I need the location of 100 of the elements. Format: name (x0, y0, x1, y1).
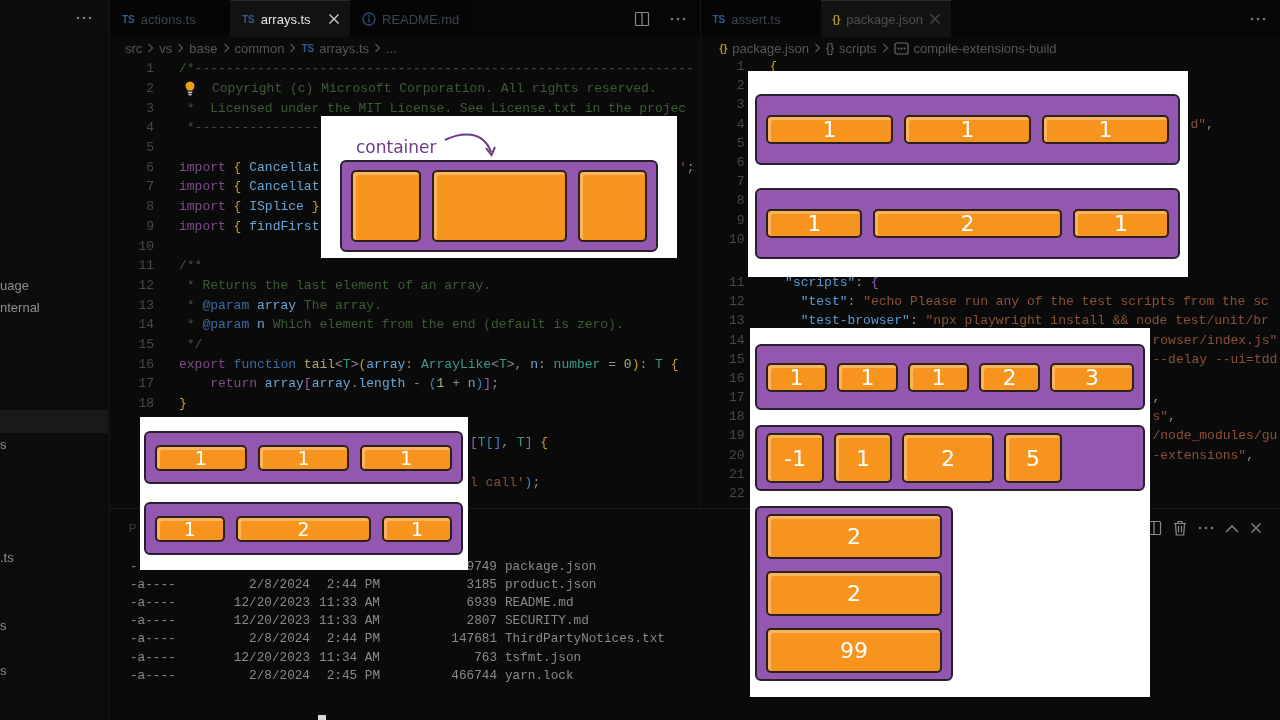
line-number: 15 (728, 351, 745, 367)
terminal-text: 11:33 AM (319, 613, 380, 629)
code-fragment: --delay --ui=tdd (1152, 351, 1278, 367)
code-fragment: rowser/index.js" (1152, 332, 1278, 348)
code-line: Copyright (c) Microsoft Corporation. All rights reserved. (179, 81, 657, 97)
code-fragment: -extensions", (1152, 447, 1254, 463)
terminal-text: -a---- (130, 594, 177, 610)
sidebar-item[interactable]: .ts (0, 546, 109, 569)
line-number: 12 (728, 294, 745, 310)
flex-item: -1 (766, 433, 824, 483)
breadcrumb-item[interactable]: ... (386, 40, 397, 56)
code-fragment: '; (679, 159, 695, 175)
sidebar-item[interactable]: nternal (0, 296, 109, 320)
line-number: 14 (138, 317, 154, 333)
breadcrumb-item[interactable]: common (234, 40, 285, 56)
line-number: 17 (728, 390, 745, 406)
code-line: /** (179, 258, 203, 274)
line-number: 7 (146, 179, 154, 195)
flex-item: 1 (837, 362, 899, 392)
line-number: 19 (728, 428, 745, 444)
line-number: 6 (146, 159, 154, 175)
line-number: 12 (138, 277, 154, 293)
sidebar-item[interactable]: s (0, 659, 109, 683)
line-number: 4 (736, 116, 745, 132)
breadcrumb-item[interactable]: base (189, 40, 218, 56)
line-number: 13 (138, 297, 154, 313)
flex-item: 1 (766, 209, 863, 238)
breadcrumb-item[interactable]: src (125, 40, 143, 56)
line-number: 21 (728, 466, 745, 482)
code-fragment: d", (1190, 116, 1214, 132)
line-number: 16 (728, 370, 745, 386)
terminal-text: 2/8/2024 (249, 576, 310, 592)
line-number: 10 (138, 238, 154, 254)
terminal-text: - (130, 558, 139, 574)
terminal-text: 12/20/2023 (233, 649, 310, 665)
flex-item: 2 (235, 515, 372, 542)
line-number: 20 (728, 447, 745, 463)
terminal-text: -a---- (130, 576, 177, 592)
sidebar-item[interactable]: uage (0, 273, 109, 297)
code-fragment: /node_modules/gu (1152, 428, 1278, 444)
line-number: 5 (736, 135, 745, 151)
flex-item: 1 (360, 444, 452, 471)
terminal-text: yarn.lock (505, 667, 574, 683)
flex-item: 2 (766, 571, 942, 616)
line-number: 2 (736, 78, 745, 94)
line-number: 2 (146, 81, 154, 97)
breadcrumb-item[interactable]: {} scripts (825, 40, 877, 56)
line-number: 10 (728, 231, 745, 247)
flex-item: 2 (979, 362, 1041, 392)
flex-item: 2 (766, 514, 942, 559)
terminal-text: 11:34 AM (319, 649, 380, 665)
line-number: 11 (138, 258, 154, 274)
terminal-text: README.md (505, 594, 574, 610)
terminal-text: 2:44 PM (326, 576, 380, 592)
flex-item: 1 (834, 433, 892, 483)
line-number: 11 (728, 274, 745, 290)
terminal-text: 11:33 AM (319, 594, 380, 610)
flex-item: 1 (155, 444, 247, 471)
terminal-text: 147681 (451, 631, 497, 647)
code-fragment: , (1152, 390, 1161, 406)
line-number: 3 (736, 97, 745, 113)
line-number: 16 (138, 356, 154, 372)
flex-item: 2 (902, 433, 994, 483)
terminal-text: package.json (505, 558, 597, 574)
line-number: 6 (736, 155, 745, 171)
breadcrumb-item[interactable]: compile-extensions-build (893, 40, 1057, 56)
editor-tab[interactable]: {} package.json (820, 0, 951, 37)
sidebar-item[interactable]: s (0, 432, 109, 456)
line-number: 9 (146, 218, 154, 234)
code-line: return array[array.length - (1 + n)]; (209, 376, 499, 392)
line-number: 7 (736, 174, 745, 190)
terminal-text: -a---- (130, 613, 177, 629)
flex-item: 1 (257, 444, 350, 471)
flex-item: 5 (1004, 433, 1062, 483)
code-line: */ (185, 336, 203, 352)
editor-tab[interactable]: TS arrays.ts (230, 0, 350, 37)
line-number: 17 (138, 376, 154, 392)
line-number: 4 (146, 120, 154, 136)
code-fragment: [T[], T] { (470, 435, 549, 451)
line-number: 22 (728, 486, 745, 502)
terminal-text: 2/8/2024 (249, 667, 310, 683)
breadcrumb-item[interactable]: vs (159, 40, 173, 56)
code-line: "test-browser": "npx playwright install && node test/unit/br (799, 313, 1269, 329)
code-line: } (179, 396, 187, 412)
line-number: 1 (146, 61, 154, 77)
line-number: 9 (736, 212, 745, 228)
sidebar-item[interactable]: s (0, 614, 109, 637)
terminal-text: product.json (505, 576, 597, 592)
flex-item: 1 (155, 515, 225, 542)
line-number: 1 (736, 59, 745, 75)
breadcrumb-item[interactable]: TS arrays.ts (301, 40, 370, 56)
code-fragment: l call'); (470, 474, 541, 490)
flex-item: 2 (873, 209, 1062, 238)
terminal-text: -a---- (130, 649, 177, 665)
flex-item: 3 (1050, 362, 1134, 392)
breadcrumb-item[interactable]: {} package.json (719, 40, 809, 56)
line-number: 3 (146, 100, 154, 116)
code-line: import { Cancellat (179, 159, 321, 175)
code-line: "scripts": { (784, 274, 879, 290)
terminal-text: 2:44 PM (326, 631, 380, 647)
